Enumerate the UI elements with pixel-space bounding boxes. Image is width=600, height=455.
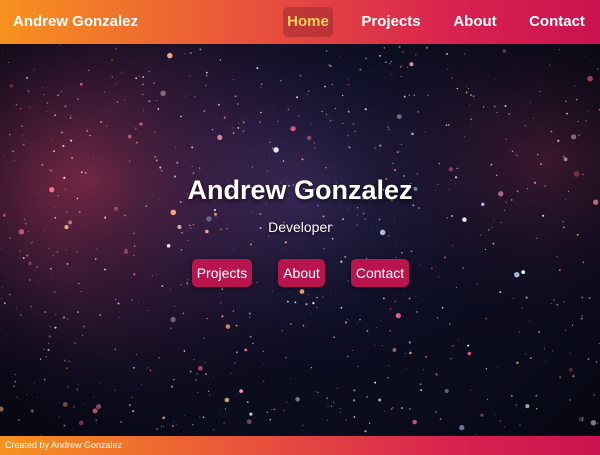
- footer: Created by Andrew Gonzalez: [0, 436, 600, 455]
- hero-subtitle: Developer: [268, 219, 332, 235]
- top-navbar: Andrew Gonzalez Home Projects About Cont…: [0, 0, 600, 44]
- nav-link-contact[interactable]: Contact: [525, 7, 589, 37]
- about-button[interactable]: About: [278, 259, 325, 287]
- hero-section: Andrew Gonzalez Developer Projects About…: [0, 0, 600, 455]
- brand-name[interactable]: Andrew Gonzalez: [13, 0, 138, 44]
- nav-link-about[interactable]: About: [448, 7, 502, 37]
- hero-title: Andrew Gonzalez: [187, 175, 413, 205]
- nav-link-projects[interactable]: Projects: [358, 7, 424, 37]
- projects-button[interactable]: Projects: [192, 259, 252, 287]
- footer-credit: Created by Andrew Gonzalez: [5, 440, 123, 450]
- nav-link-home[interactable]: Home: [283, 7, 333, 37]
- page: Andrew Gonzalez Home Projects About Cont…: [0, 0, 600, 455]
- contact-button[interactable]: Contact: [351, 259, 409, 287]
